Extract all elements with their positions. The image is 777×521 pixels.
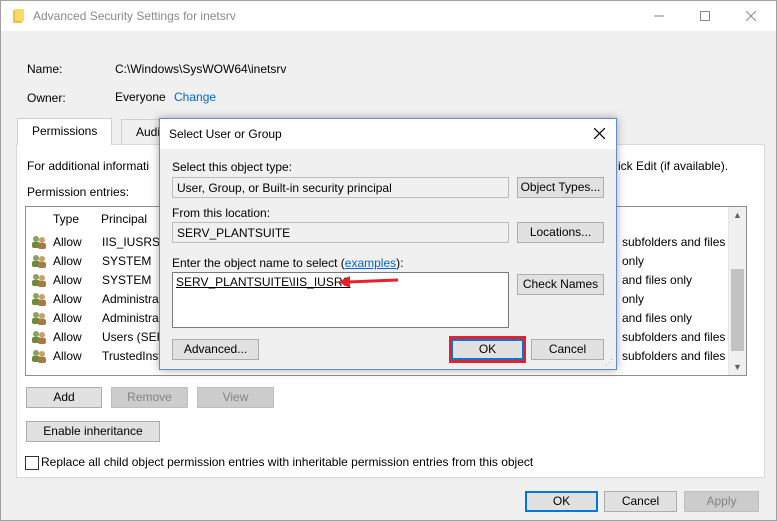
ok-highlight-box [449, 336, 526, 363]
advanced-button[interactable]: Advanced... [172, 339, 259, 360]
dialog-title-bar: Select User or Group [160, 119, 616, 149]
row-applies-to: and files only [622, 273, 693, 287]
replace-child-permissions-checkbox[interactable] [25, 456, 39, 470]
locations-button[interactable]: Locations... [517, 222, 604, 243]
enable-inheritance-button[interactable]: Enable inheritance [26, 421, 160, 442]
column-header-principal[interactable]: Principal [101, 212, 147, 226]
maximize-button[interactable] [682, 1, 728, 31]
scroll-down-icon[interactable]: ▼ [729, 359, 746, 375]
red-arrow-icon [338, 276, 399, 287]
column-header-type[interactable]: Type [53, 212, 79, 226]
title-bar: Advanced Security Settings for inetsrv [1, 1, 776, 31]
row-principal: SYSTEM [102, 254, 152, 268]
scrollbar-thumb[interactable] [731, 269, 744, 351]
users-icon [32, 274, 46, 287]
tab-permissions[interactable]: Permissions [17, 118, 113, 145]
object-name-value: SERV_PLANTSUITE\IIS_IUSRS [176, 275, 351, 289]
users-icon [32, 255, 46, 268]
resize-grip-icon[interactable]: ⋰ [605, 358, 613, 367]
view-button[interactable]: View [197, 387, 274, 408]
row-principal: Administra [102, 292, 159, 306]
location-label: From this location: [172, 206, 271, 220]
replace-child-permissions-label: Replace all child object permission entr… [41, 455, 534, 469]
name-value: C:\Windows\SysWOW64\inetsrv [115, 62, 287, 76]
row-type: Allow [53, 311, 82, 325]
owner-label: Owner: [27, 91, 66, 105]
owner-value: Everyone [115, 90, 166, 104]
minimize-button[interactable] [636, 1, 682, 31]
row-type: Allow [53, 349, 82, 363]
row-principal: SYSTEM [102, 273, 152, 287]
users-icon [32, 312, 46, 325]
name-label: Name: [27, 62, 63, 76]
enter-label-post: ): [396, 256, 404, 270]
row-type: Allow [53, 330, 82, 344]
row-principal: Administra [102, 311, 159, 325]
remove-button[interactable]: Remove [111, 387, 188, 408]
dialog-close-button[interactable] [588, 123, 610, 145]
row-applies-to: subfolders and files [622, 330, 726, 344]
add-button[interactable]: Add [26, 387, 102, 408]
vertical-scrollbar[interactable]: ▲ ▼ [728, 207, 746, 375]
close-icon [593, 127, 605, 140]
minimize-icon [654, 15, 664, 17]
close-button[interactable] [728, 1, 774, 31]
cancel-button[interactable]: Cancel [604, 491, 677, 512]
info-text-right: ick Edit (if available). [618, 159, 729, 173]
select-user-or-group-dialog: Select User or Group Select this object … [159, 118, 617, 370]
users-icon [32, 293, 46, 306]
row-principal: TrustedInst [102, 349, 162, 363]
row-type: Allow [53, 235, 82, 249]
enter-label-pre: Enter the object name to select ( [172, 256, 345, 270]
check-names-button[interactable]: Check Names [517, 274, 604, 295]
row-principal: Users (SER [102, 330, 166, 344]
object-type-label: Select this object type: [172, 160, 293, 174]
users-icon [32, 236, 46, 249]
scroll-up-icon[interactable]: ▲ [729, 207, 746, 223]
owner-change-link[interactable]: Change [174, 90, 216, 104]
folder-icon [13, 9, 24, 23]
users-icon [32, 350, 46, 363]
users-icon [32, 331, 46, 344]
row-applies-to: subfolders and files [622, 349, 726, 363]
row-applies-to: only [622, 254, 645, 268]
row-type: Allow [53, 292, 82, 306]
dialog-title: Select User or Group [169, 127, 282, 141]
info-text-left: For additional informati [27, 159, 150, 173]
row-type: Allow [53, 273, 82, 287]
apply-button[interactable]: Apply [684, 491, 759, 512]
location-field: SERV_PLANTSUITE [172, 222, 509, 243]
row-applies-to: subfolders and files [622, 235, 726, 249]
dialog-cancel-button[interactable]: Cancel [531, 339, 604, 360]
permission-entries-label: Permission entries: [27, 185, 130, 199]
enter-object-name-label: Enter the object name to select (example… [172, 256, 403, 270]
examples-link[interactable]: examples [345, 256, 396, 270]
maximize-icon [700, 11, 710, 21]
object-type-field: User, Group, or Built-in security princi… [172, 177, 509, 198]
row-type: Allow [53, 254, 82, 268]
row-applies-to: and files only [622, 311, 693, 325]
row-applies-to: only [622, 292, 645, 306]
window-title: Advanced Security Settings for inetsrv [33, 9, 236, 23]
object-types-button[interactable]: Object Types... [517, 177, 604, 198]
close-icon [745, 10, 757, 22]
ok-button[interactable]: OK [525, 491, 598, 512]
